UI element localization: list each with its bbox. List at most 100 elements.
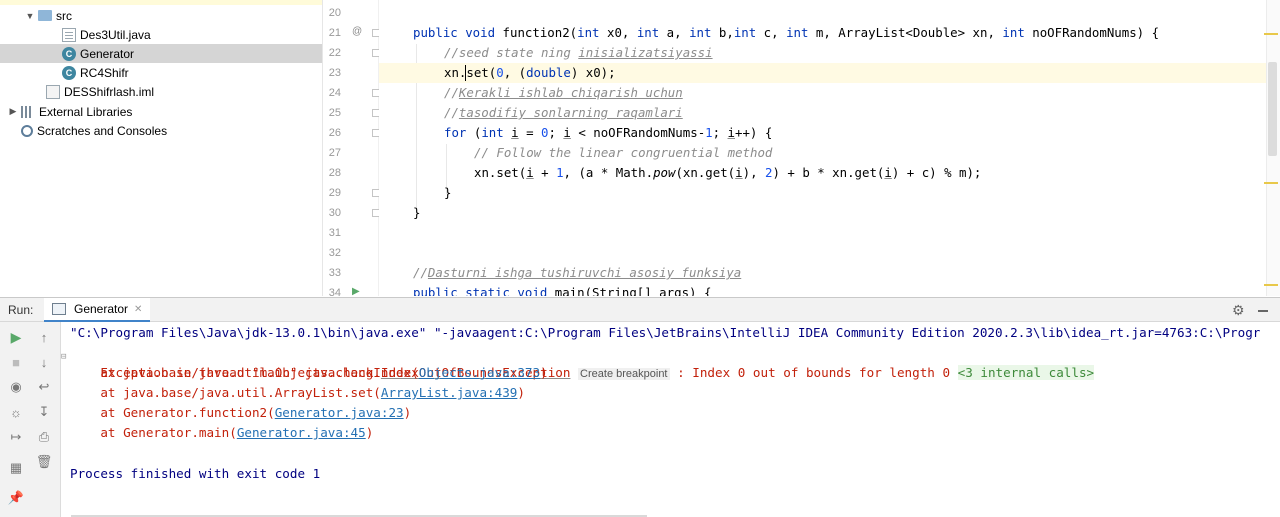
code-line-24[interactable]: //Kerakli ishlab chiqarish uchun [379, 83, 1266, 103]
soft-wrap-icon[interactable]: ↩ [33, 376, 55, 398]
stack-frame-suffix: ) [365, 425, 374, 440]
stack-frame-link[interactable]: Generator.java:23 [275, 405, 404, 420]
chevron-right-icon[interactable]: ▶ [8, 106, 18, 117]
tree-item-scratches[interactable]: Scratches and Consoles [0, 121, 322, 140]
chevron-down-icon[interactable]: ▼ [25, 11, 35, 21]
camera-icon[interactable]: ◉ [5, 376, 27, 398]
tree-item-label: RC4Shifr [80, 65, 129, 80]
class-icon: C [62, 46, 76, 61]
stack-frame-suffix: ) [540, 365, 548, 380]
line-number: 31 [328, 227, 341, 239]
console-exception-line: Exception in thread "main" java.lang.Ind… [70, 343, 1095, 380]
stack-frame-suffix: ) [517, 385, 525, 400]
code-line-29[interactable]: } [379, 183, 1266, 203]
console-command-line: "C:\Program Files\Java\jdk-13.0.1\bin\ja… [70, 325, 1261, 340]
run-toolbar: ▶ ↑ ■ ↓ ◉ ↩ ☼ ↧ ↦ ⎙ 🗑 ▦ 📌 [0, 322, 61, 517]
tree-item-generator[interactable]: C Generator [0, 44, 322, 63]
stack-trace-line: at Generator.function2(Generator.java:23… [70, 403, 411, 423]
warning-stripe[interactable] [1264, 33, 1278, 35]
tree-item-rc4shifr[interactable]: C RC4Shifr [0, 63, 322, 82]
line-number: 21 [328, 27, 341, 39]
tree-item-label: DESShifrlash.iml [64, 84, 155, 99]
stack-trace-line: at java.base/java.util.ArrayList.set(Arr… [70, 383, 525, 403]
tree-item-external-libraries[interactable]: ▶ External Libraries [0, 102, 322, 121]
tree-item-label: Des3Util.java [80, 27, 151, 42]
stack-frame-link[interactable]: Generator.java:45 [237, 425, 366, 440]
folder-icon [38, 10, 52, 21]
stack-frame-link[interactable]: ArrayList.java:439 [381, 385, 517, 400]
gear-icon[interactable]: ⚙ [1232, 302, 1245, 319]
run-label: Run: [8, 303, 34, 317]
warning-stripe[interactable] [1264, 182, 1278, 184]
print-icon[interactable]: ⎙ [33, 426, 55, 448]
exit-icon[interactable]: ↦ [5, 426, 27, 448]
stack-frame-link[interactable]: Objects.java:373 [419, 365, 540, 380]
tree-item-label: External Libraries [39, 104, 133, 119]
editor-scroll-thumb[interactable] [1268, 62, 1277, 156]
project-tree-panel: ▼ src Des3Util.java C Generator C RC4Shi… [0, 0, 323, 296]
run-tab-generator[interactable]: Generator ✕ [44, 298, 151, 322]
settings-bug-icon[interactable]: ☼ [5, 401, 27, 423]
arrow-down-icon[interactable]: ↓ [33, 351, 55, 373]
code-line-25[interactable]: //tasodifiy sonlarning raqamlari [379, 103, 1266, 123]
console-output[interactable]: ⊟ "C:\Program Files\Java\jdk-13.0.1\bin\… [61, 322, 1280, 517]
line-number: 28 [328, 167, 341, 179]
tree-item-des3util[interactable]: Des3Util.java [0, 25, 322, 44]
scroll-to-end-icon[interactable]: ↧ [33, 401, 55, 423]
pin-icon[interactable]: 📌 [5, 487, 27, 509]
stack-frame-text: at Generator.function2( [70, 405, 275, 420]
internal-calls-link[interactable]: <3 internal calls> [957, 365, 1095, 380]
override-marker-icon[interactable]: @ [352, 26, 362, 37]
stack-frame-suffix: ) [403, 405, 412, 420]
line-number: 25 [328, 107, 341, 119]
code-line-26[interactable]: for (int i = 0; i < noOFRandomNums-1; i+… [379, 123, 1266, 143]
run-panel-header: Run: Generator ✕ ⚙ [0, 297, 1280, 322]
arrow-up-icon[interactable]: ↑ [33, 326, 55, 348]
create-breakpoint-link[interactable]: Create breakpoint [578, 368, 670, 380]
code-line-27[interactable]: // Follow the linear congruential method [379, 143, 1266, 163]
run-gutter-icon[interactable]: ▶ [352, 286, 360, 297]
code-line-33[interactable]: //Dasturni ishga tushiruvchi asosiy funk… [379, 263, 1266, 283]
line-number: 22 [328, 47, 341, 59]
iml-file-icon [46, 84, 60, 99]
trash-icon[interactable]: 🗑 [33, 451, 55, 473]
rerun-icon[interactable]: ▶ [5, 326, 27, 348]
line-number: 23 [328, 67, 341, 79]
stack-frame-text: at java.base/java.util.ArrayList.set( [70, 385, 381, 400]
code-line-22[interactable]: //seed state ning inisializatsiyassi [379, 43, 1266, 63]
code-line-21[interactable]: public void function2(int x0, int a, int… [379, 23, 1266, 43]
line-number: 20 [328, 7, 341, 19]
stack-frame-text: at Generator.main( [70, 425, 237, 440]
scratches-icon [21, 124, 33, 137]
run-tab-label: Generator [74, 302, 129, 316]
java-file-icon [62, 27, 76, 42]
libraries-icon [21, 105, 35, 118]
stop-icon[interactable]: ■ [5, 351, 27, 373]
code-line-28[interactable]: xn.set(i + 1, (a * Math.pow(xn.get(i), 2… [379, 163, 1266, 183]
line-number: 26 [328, 127, 341, 139]
stack-trace-line: at java.base/java.util.Objects.checkInde… [70, 363, 548, 383]
line-number: 29 [328, 187, 341, 199]
code-line-34[interactable]: public static void main(String[] args) { [379, 283, 1266, 296]
code-editor[interactable]: public void function2(int x0, int a, int… [379, 0, 1266, 296]
tree-item-src[interactable]: ▼ src [0, 6, 322, 25]
tree-item-label: src [56, 8, 72, 23]
exception-message: : Index 0 out of bounds for length 0 [669, 365, 958, 380]
class-icon: C [62, 65, 76, 80]
tree-top-strip [0, 0, 322, 5]
stack-trace-line: at Generator.main(Generator.java:45) [70, 423, 373, 443]
close-icon[interactable]: ✕ [134, 304, 142, 315]
run-config-icon [52, 303, 66, 315]
tree-item-iml[interactable]: DESShifrlash.iml [0, 82, 322, 101]
fold-collapse-icon[interactable]: ⊟ [61, 352, 66, 362]
minimize-icon[interactable] [1258, 310, 1268, 312]
code-line-30[interactable]: } [379, 203, 1266, 223]
editor-gutter[interactable]: 20 21 @ 22 23 24 25 26 27 28 29 30 31 32… [323, 0, 380, 299]
warning-stripe[interactable] [1264, 284, 1278, 286]
text-caret [465, 65, 466, 81]
stack-frame-text: at java.base/java.util.Objects.checkInde… [70, 365, 419, 380]
line-number: 32 [328, 247, 341, 259]
code-line-23[interactable]: xn.set(0, (double) x0); [379, 63, 1266, 83]
line-number: 24 [328, 87, 341, 99]
layout-icon[interactable]: ▦ [5, 457, 27, 479]
